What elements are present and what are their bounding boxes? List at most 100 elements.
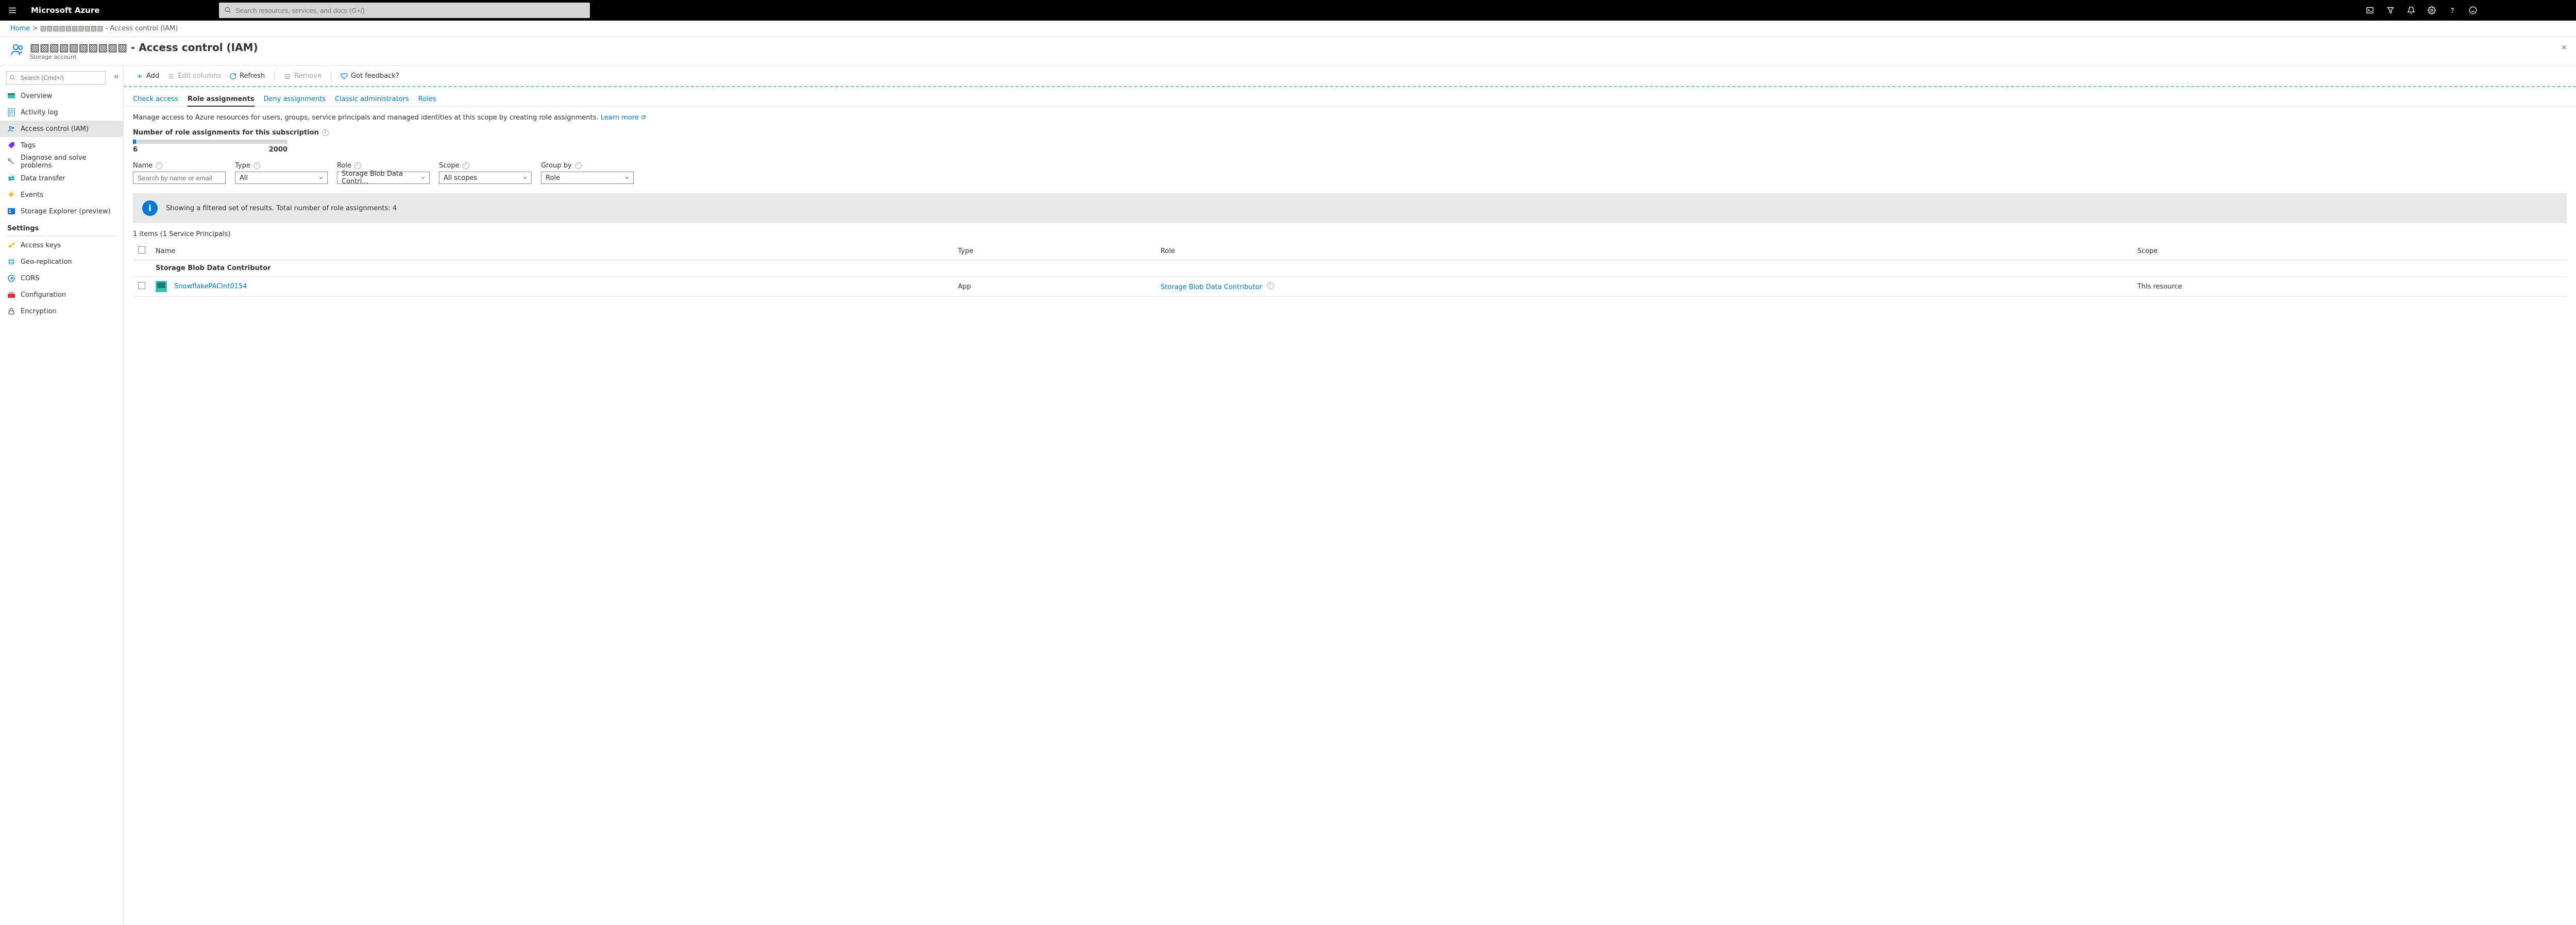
breadcrumb-home[interactable]: Home [10,25,30,32]
filter-name-input[interactable] [133,172,226,184]
info-icon[interactable] [575,162,582,169]
filter-name-label: Name [133,162,226,170]
row-type: App [953,277,1155,297]
notice-text: Showing a filtered set of results. Total… [166,205,397,212]
nav-group-settings: Settings [0,220,123,234]
result-count: 1 items (1 Service Principals) [133,230,2567,238]
resource-menu: Overview Activity log Access control (IA… [0,66,124,925]
breadcrumb-tail: - Access control (IAM) [106,25,178,32]
refresh-button[interactable]: Refresh [226,70,268,82]
page-subtitle: Storage account [30,54,258,60]
tab-deny-assignments[interactable]: Deny assignments [264,92,326,106]
filter-groupby-select[interactable]: Role [541,172,634,184]
global-search[interactable] [219,3,590,18]
nav-encryption[interactable]: Encryption [0,303,123,319]
filter-type-label: Type [235,162,328,170]
filter-role-select[interactable]: Storage Blob Data Contri... [337,172,430,184]
info-icon[interactable] [1267,282,1274,289]
nav-tags[interactable]: Tags [0,137,123,154]
tab-check-access[interactable]: Check access [133,92,178,106]
quota-heading: Number of role assignments for this subs… [133,129,2567,137]
info-icon[interactable] [463,162,469,169]
col-name[interactable]: Name [150,242,953,260]
col-role[interactable]: Role [1156,242,2132,260]
global-search-input[interactable] [219,3,590,18]
select-all-checkbox[interactable] [138,246,145,254]
nav-cors[interactable]: CORS [0,270,123,287]
search-icon [224,6,231,15]
table-row[interactable]: SnowflakePACInt0154 App Storage Blob Dat… [133,277,2567,297]
close-blade-button[interactable] [2557,40,2571,56]
add-button[interactable]: Add [133,70,162,82]
info-icon[interactable] [156,162,162,169]
principal-link[interactable]: SnowflakePACInt0154 [174,283,247,291]
filter-scope-label: Scope [439,162,532,170]
role-assignments-table: Name Type Role Scope Storage Blob Data C… [133,242,2567,297]
transfer-icon [7,174,15,182]
diagnose-icon [7,158,15,166]
directory-filter-icon[interactable] [2380,0,2401,21]
group-header-label: Storage Blob Data Contributor [150,260,2567,277]
events-icon [7,191,15,199]
nav-access-control[interactable]: Access control (IAM) [0,121,123,137]
info-icon[interactable] [354,162,361,169]
chevron-down-icon [522,175,528,181]
help-icon[interactable] [2442,0,2463,21]
info-icon: i [142,200,158,216]
search-icon [9,74,15,82]
info-icon[interactable] [253,162,260,169]
nav-storage-explorer[interactable]: Storage Explorer (preview) [0,203,123,220]
col-scope[interactable]: Scope [2132,242,2567,260]
key-icon [7,241,15,249]
overview-icon [7,92,15,100]
group-header-row: Storage Blob Data Contributor [133,260,2567,277]
toolbox-icon [7,291,15,299]
quota-bar [133,140,287,144]
info-icon[interactable] [322,129,329,136]
brand[interactable]: Microsoft Azure [25,6,106,15]
resource-menu-search[interactable] [6,71,106,85]
row-scope: This resource [2132,277,2567,297]
col-type[interactable]: Type [953,242,1155,260]
nav-data-transfer[interactable]: Data transfer [0,170,123,187]
settings-icon[interactable] [2421,0,2442,21]
nav-geo-replication[interactable]: Geo-replication [0,254,123,270]
filter-groupby-label: Group by [541,162,634,170]
filter-type-select[interactable]: All [235,172,328,184]
log-icon [7,108,15,116]
quota-max: 2000 [269,146,287,154]
nav-overview[interactable]: Overview [0,88,123,104]
breadcrumb-resource: ▧▧▧▧▧▧▧▧▧▧ [40,25,104,32]
filter-role-label: Role [337,162,430,170]
cors-icon [7,274,15,282]
tag-icon [7,141,15,149]
cloud-shell-icon[interactable] [2360,0,2380,21]
chevron-down-icon [420,175,426,181]
feedback-button[interactable]: Got feedback? [337,70,402,82]
globe-icon [7,258,15,266]
nav-diagnose[interactable]: Diagnose and solve problems [0,154,123,170]
description-text: Manage access to Azure resources for use… [133,114,2567,122]
edit-columns-button[interactable]: Edit columns [164,70,224,82]
nav-access-keys[interactable]: Access keys [0,237,123,254]
feedback-face-icon[interactable] [2463,0,2483,21]
tab-roles[interactable]: Roles [418,92,436,106]
collapse-menu-button[interactable] [113,73,120,82]
hamburger-menu[interactable] [0,0,25,21]
page-header: ▧▧▧▧▧▧▧▧▧▧ - Access control (IAM) Storag… [0,37,2576,65]
tab-classic-admins[interactable]: Classic administrators [335,92,409,106]
row-checkbox[interactable] [138,282,145,289]
page-title: ▧▧▧▧▧▧▧▧▧▧ - Access control (IAM) [30,41,258,54]
filter-scope-select[interactable]: All scopes [439,172,532,184]
remove-button[interactable]: Remove [281,70,325,82]
nav-configuration[interactable]: Configuration [0,287,123,303]
lock-icon [7,307,15,315]
nav-events[interactable]: Events [0,187,123,203]
nav-activity-log[interactable]: Activity log [0,104,123,121]
notifications-icon[interactable] [2401,0,2421,21]
user-account[interactable] [2483,0,2576,21]
learn-more-link[interactable]: Learn more [601,114,646,122]
role-link[interactable]: Storage Blob Data Contributor [1161,283,1262,291]
command-bar: Add Edit columns Refresh Remove Got feed… [124,66,2576,87]
tab-role-assignments[interactable]: Role assignments [188,92,255,106]
